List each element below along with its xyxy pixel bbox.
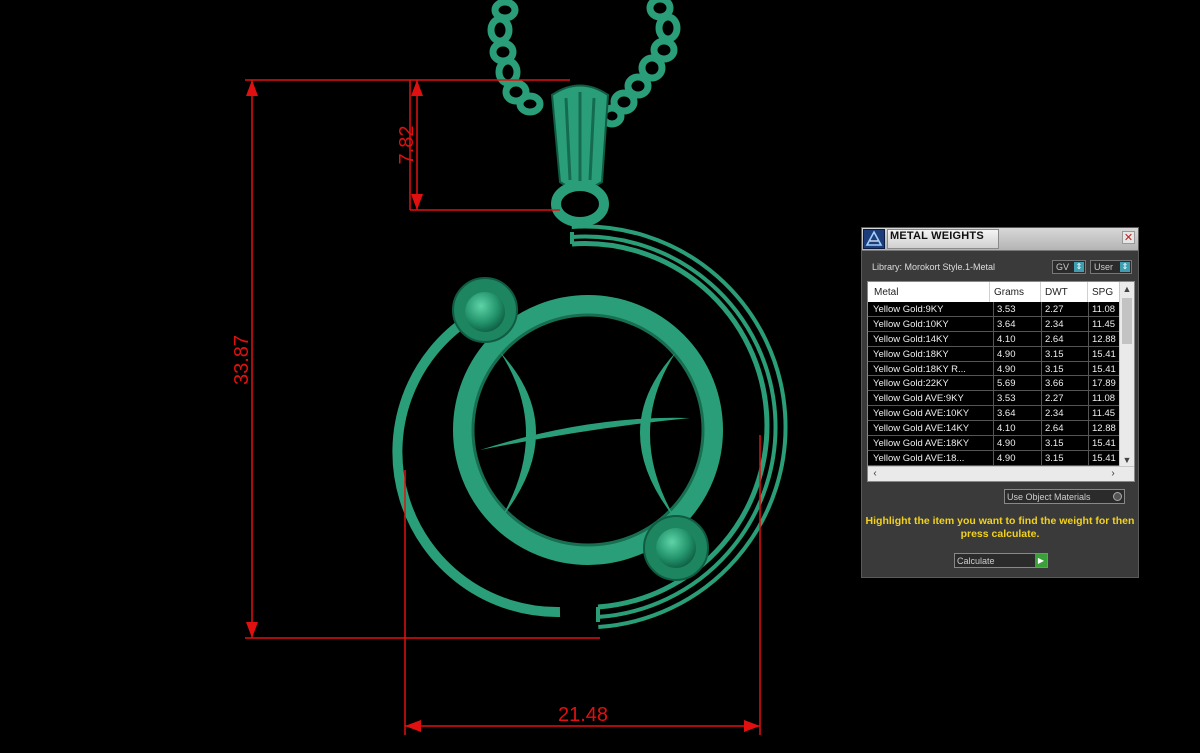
dimension-total-height-label: 33.87 xyxy=(231,335,253,385)
cell-metal: Yellow Gold AVE:10KY xyxy=(873,408,970,420)
gv-label: GV xyxy=(1056,262,1070,272)
cell-spg: 11.08 xyxy=(1088,391,1115,406)
cell-spg: 15.41 xyxy=(1088,346,1116,361)
cell-grams: 3.53 xyxy=(993,302,1016,316)
top-stone xyxy=(452,277,518,343)
play-arrow-icon: ▶ xyxy=(1035,554,1047,567)
use-object-materials-label: Use Object Materials xyxy=(1007,492,1091,502)
cell-metal: Yellow Gold AVE:9KY xyxy=(873,393,964,405)
table-row[interactable]: Yellow Gold:18KY 4.90 3.15 15.41 xyxy=(868,346,1120,362)
cell-spg: 11.08 xyxy=(1088,302,1115,316)
cell-spg: 15.41 xyxy=(1088,361,1116,376)
horizontal-scrollbar[interactable]: ‹ › xyxy=(868,466,1134,481)
app-logo-icon xyxy=(863,229,885,249)
table-row[interactable]: Yellow Gold:22KY 5.69 3.66 17.89 xyxy=(868,376,1120,392)
scroll-down-icon[interactable]: ▼ xyxy=(1120,453,1134,467)
cell-metal: Yellow Gold:22KY xyxy=(873,378,949,390)
metal-table: Metal Grams DWT SPG Yellow Gold:9KY 3.53 2… xyxy=(867,281,1135,482)
user-dropdown[interactable]: User ⇕ xyxy=(1090,260,1132,274)
dimension-width-label: 21.48 xyxy=(558,704,608,726)
cell-grams: 4.10 xyxy=(993,421,1016,436)
cell-spg: 12.88 xyxy=(1088,331,1116,346)
cell-dwt: 3.15 xyxy=(1041,361,1064,376)
cell-dwt: 2.27 xyxy=(1041,391,1064,406)
cell-dwt: 3.66 xyxy=(1041,376,1064,391)
table-row[interactable]: Yellow Gold:10KY 3.64 2.34 11.45 xyxy=(868,316,1120,332)
cell-dwt: 2.64 xyxy=(1041,331,1064,346)
cell-dwt: 2.64 xyxy=(1041,421,1064,436)
scroll-right-icon[interactable]: › xyxy=(1106,467,1120,481)
cell-grams: 3.53 xyxy=(993,391,1016,406)
cell-spg: 11.45 xyxy=(1088,316,1115,331)
panel-titlebar[interactable]: METAL WEIGHTS ✕ xyxy=(862,228,1138,251)
cell-metal: Yellow Gold:14KY xyxy=(873,333,949,345)
cell-grams: 4.90 xyxy=(993,450,1016,465)
scroll-left-icon[interactable]: ‹ xyxy=(868,467,882,481)
user-label: User xyxy=(1094,262,1114,272)
close-icon[interactable]: ✕ xyxy=(1122,231,1135,244)
bottom-stone xyxy=(643,515,709,581)
column-header-metal[interactable]: Metal xyxy=(874,287,898,298)
column-header-grams[interactable]: Grams xyxy=(994,287,1024,298)
cell-metal: Yellow Gold AVE:14KY xyxy=(873,423,970,435)
instruction-text: Highlight the item you want to find the … xyxy=(865,515,1135,540)
table-row[interactable]: Yellow Gold:9KY 3.53 2.27 11.08 xyxy=(868,302,1120,317)
cell-metal: Yellow Gold AVE:18... xyxy=(873,452,965,464)
calculate-label: Calculate xyxy=(957,556,995,566)
cell-dwt: 2.27 xyxy=(1041,302,1064,316)
dimension-bail-height-label: 7.82 xyxy=(396,126,418,165)
cell-grams: 4.90 xyxy=(993,361,1016,376)
cell-grams: 3.64 xyxy=(993,316,1016,331)
table-row[interactable]: Yellow Gold AVE:10KY 3.64 2.34 11.45 xyxy=(868,406,1120,422)
metal-weights-panel: METAL WEIGHTS ✕ Library: Morokort Style.… xyxy=(861,227,1139,578)
pisces-symbol xyxy=(480,352,690,520)
table-row[interactable]: Yellow Gold:18KY R... 4.90 3.15 15.41 xyxy=(868,361,1120,377)
cell-spg: 15.41 xyxy=(1088,450,1116,465)
table-row[interactable]: Yellow Gold AVE:18KY 4.90 3.15 15.41 xyxy=(868,436,1120,451)
vertical-scrollbar[interactable]: ▲ ▼ xyxy=(1119,282,1134,467)
dropdown-arrow-icon: ⇕ xyxy=(1074,262,1084,272)
table-header: Metal Grams DWT SPG xyxy=(868,282,1120,303)
scroll-up-icon[interactable]: ▲ xyxy=(1120,282,1134,296)
gv-dropdown[interactable]: GV ⇕ xyxy=(1052,260,1086,274)
radio-icon xyxy=(1113,492,1122,501)
cell-grams: 3.64 xyxy=(993,406,1016,421)
cell-metal: Yellow Gold:9KY xyxy=(873,304,944,315)
cell-grams: 4.10 xyxy=(993,331,1016,346)
cell-grams: 5.69 xyxy=(993,376,1016,391)
cell-metal: Yellow Gold:10KY xyxy=(873,318,949,330)
cell-metal: Yellow Gold AVE:18KY xyxy=(873,438,970,450)
table-row[interactable]: Yellow Gold AVE:18... 4.90 3.15 15.41 xyxy=(868,450,1120,466)
scroll-thumb[interactable] xyxy=(1122,298,1132,344)
use-object-materials-toggle[interactable]: Use Object Materials xyxy=(1004,489,1125,504)
library-label: Library: Morokort Style.1-Metal xyxy=(872,262,996,272)
cell-dwt: 2.34 xyxy=(1041,406,1064,421)
column-header-dwt[interactable]: DWT xyxy=(1045,287,1068,298)
cell-spg: 15.41 xyxy=(1088,436,1116,450)
table-body: Yellow Gold:9KY 3.53 2.27 11.08 Yellow Gold:… xyxy=(868,302,1120,466)
cell-dwt: 2.34 xyxy=(1041,316,1064,331)
column-header-spg[interactable]: SPG xyxy=(1092,287,1113,298)
calculate-button[interactable]: Calculate ▶ xyxy=(954,553,1048,568)
table-row[interactable]: Yellow Gold:14KY 4.10 2.64 12.88 xyxy=(868,331,1120,347)
cell-spg: 12.88 xyxy=(1088,421,1116,436)
panel-title: METAL WEIGHTS xyxy=(890,230,984,242)
cell-dwt: 3.15 xyxy=(1041,450,1064,465)
cell-dwt: 3.15 xyxy=(1041,436,1064,450)
cell-grams: 4.90 xyxy=(993,436,1016,450)
bail xyxy=(550,84,610,227)
cell-metal: Yellow Gold:18KY xyxy=(873,348,949,360)
table-row[interactable]: Yellow Gold AVE:14KY 4.10 2.64 12.88 xyxy=(868,421,1120,437)
cell-metal: Yellow Gold:18KY R... xyxy=(873,363,966,375)
cell-dwt: 3.15 xyxy=(1041,346,1064,361)
table-row[interactable]: Yellow Gold AVE:9KY 3.53 2.27 11.08 xyxy=(868,391,1120,407)
dropdown-arrow-icon: ⇕ xyxy=(1120,262,1130,272)
cell-spg: 17.89 xyxy=(1088,376,1116,391)
cell-grams: 4.90 xyxy=(993,346,1016,361)
cell-spg: 11.45 xyxy=(1088,406,1115,421)
